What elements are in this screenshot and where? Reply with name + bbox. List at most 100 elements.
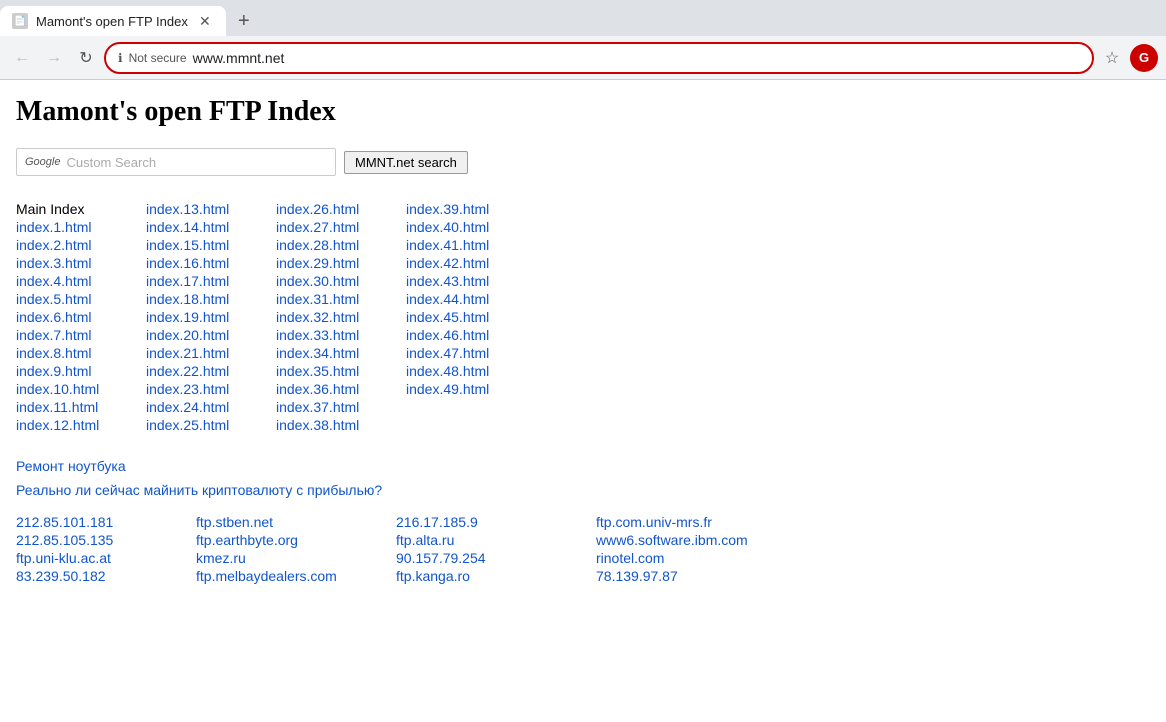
index-link[interactable]: index.39.html [406,201,489,217]
index-cell[interactable]: index.11.html [16,398,146,416]
new-tab-button[interactable]: + [230,7,258,35]
index-link[interactable]: index.23.html [146,381,229,397]
index-cell[interactable]: index.32.html [276,308,406,326]
bottom-link[interactable]: 78.139.97.87 [596,568,678,584]
index-link[interactable]: index.42.html [406,255,489,271]
active-tab[interactable]: 📄 Mamont's open FTP Index ✕ [0,6,226,36]
index-cell[interactable]: index.8.html [16,344,146,362]
bottom-link[interactable]: ftp.alta.ru [396,532,454,548]
bottom-link-cell[interactable]: ftp.com.univ-mrs.fr [596,514,876,530]
tab-close-button[interactable]: ✕ [196,12,214,30]
bottom-link[interactable]: 90.157.79.254 [396,550,486,566]
index-cell[interactable]: index.25.html [146,416,276,434]
index-cell[interactable]: index.39.html [406,200,536,218]
index-cell[interactable]: index.35.html [276,362,406,380]
index-cell[interactable]: index.41.html [406,236,536,254]
index-cell[interactable]: index.3.html [16,254,146,272]
bottom-link-cell[interactable]: ftp.stben.net [196,514,396,530]
index-link[interactable]: index.35.html [276,363,359,379]
search-box[interactable]: Google Custom Search [16,148,336,176]
index-cell[interactable]: index.21.html [146,344,276,362]
bottom-link[interactable]: 212.85.101.181 [16,514,113,530]
index-link[interactable]: index.36.html [276,381,359,397]
index-link[interactable]: index.20.html [146,327,229,343]
index-cell[interactable]: index.20.html [146,326,276,344]
index-cell[interactable]: index.38.html [276,416,406,434]
index-cell[interactable]: index.10.html [16,380,146,398]
bottom-link[interactable]: kmez.ru [196,550,246,566]
bottom-link[interactable]: ftp.com.univ-mrs.fr [596,514,712,530]
index-link[interactable]: index.15.html [146,237,229,253]
index-link[interactable]: index.22.html [146,363,229,379]
index-cell[interactable]: index.40.html [406,218,536,236]
bottom-link-cell[interactable]: 212.85.101.181 [16,514,196,530]
search-button[interactable]: MMNT.net search [344,151,468,174]
index-link[interactable]: index.7.html [16,327,91,343]
index-link[interactable]: index.33.html [276,327,359,343]
profile-button[interactable]: G [1130,44,1158,72]
index-cell[interactable]: index.27.html [276,218,406,236]
promo-link-1[interactable]: Ремонт ноутбука [16,458,1150,474]
index-link[interactable]: index.49.html [406,381,489,397]
index-link[interactable]: index.10.html [16,381,99,397]
bottom-link-cell[interactable]: 212.85.105.135 [16,532,196,548]
index-link[interactable]: index.5.html [16,291,91,307]
bookmark-button[interactable]: ☆ [1098,44,1126,72]
bottom-link[interactable]: www6.software.ibm.com [596,532,748,548]
index-link[interactable]: index.44.html [406,291,489,307]
index-cell[interactable]: index.30.html [276,272,406,290]
bottom-link-cell[interactable]: ftp.earthbyte.org [196,532,396,548]
index-link[interactable]: index.43.html [406,273,489,289]
index-link[interactable]: index.3.html [16,255,91,271]
bottom-link[interactable]: ftp.kanga.ro [396,568,470,584]
index-link[interactable]: index.24.html [146,399,229,415]
index-cell[interactable]: index.6.html [16,308,146,326]
index-link[interactable]: index.29.html [276,255,359,271]
index-cell[interactable]: Main Index [16,200,146,218]
index-cell[interactable]: index.15.html [146,236,276,254]
bottom-link-cell[interactable]: rinotel.com [596,550,876,566]
index-cell[interactable]: index.31.html [276,290,406,308]
index-cell[interactable]: index.7.html [16,326,146,344]
index-link[interactable]: index.4.html [16,273,91,289]
index-cell[interactable]: index.49.html [406,380,536,398]
index-cell[interactable]: index.42.html [406,254,536,272]
index-cell[interactable]: index.28.html [276,236,406,254]
index-cell[interactable]: index.12.html [16,416,146,434]
bottom-link[interactable]: ftp.uni-klu.ac.at [16,550,111,566]
bottom-link[interactable]: rinotel.com [596,550,664,566]
index-cell[interactable]: index.33.html [276,326,406,344]
index-cell[interactable]: index.2.html [16,236,146,254]
promo-link-2[interactable]: Реально ли сейчас майнить криптовалюту с… [16,482,1150,498]
index-link[interactable]: index.48.html [406,363,489,379]
index-link[interactable]: index.2.html [16,237,91,253]
index-link[interactable]: index.40.html [406,219,489,235]
index-link[interactable]: index.28.html [276,237,359,253]
index-link[interactable]: index.31.html [276,291,359,307]
index-cell[interactable]: index.23.html [146,380,276,398]
index-cell[interactable]: index.9.html [16,362,146,380]
index-link[interactable]: index.25.html [146,417,229,433]
index-link[interactable]: index.21.html [146,345,229,361]
index-link[interactable]: index.45.html [406,309,489,325]
bottom-link-cell[interactable]: 216.17.185.9 [396,514,596,530]
index-cell[interactable]: index.17.html [146,272,276,290]
bottom-link-cell[interactable]: 83.239.50.182 [16,568,196,584]
bottom-link[interactable]: 216.17.185.9 [396,514,478,530]
bottom-link-cell[interactable]: www6.software.ibm.com [596,532,876,548]
index-cell[interactable]: index.48.html [406,362,536,380]
index-link[interactable]: index.19.html [146,309,229,325]
index-link[interactable]: index.13.html [146,201,229,217]
index-cell[interactable]: index.45.html [406,308,536,326]
index-link[interactable]: index.37.html [276,399,359,415]
refresh-button[interactable]: ↻ [72,44,100,72]
index-link[interactable]: index.34.html [276,345,359,361]
bottom-link[interactable]: ftp.stben.net [196,514,273,530]
bottom-link[interactable]: ftp.earthbyte.org [196,532,298,548]
index-cell[interactable]: index.5.html [16,290,146,308]
index-link[interactable]: index.11.html [16,399,98,415]
bottom-link-cell[interactable]: kmez.ru [196,550,396,566]
bottom-link[interactable]: 212.85.105.135 [16,532,113,548]
index-cell[interactable]: index.14.html [146,218,276,236]
index-cell[interactable]: index.24.html [146,398,276,416]
